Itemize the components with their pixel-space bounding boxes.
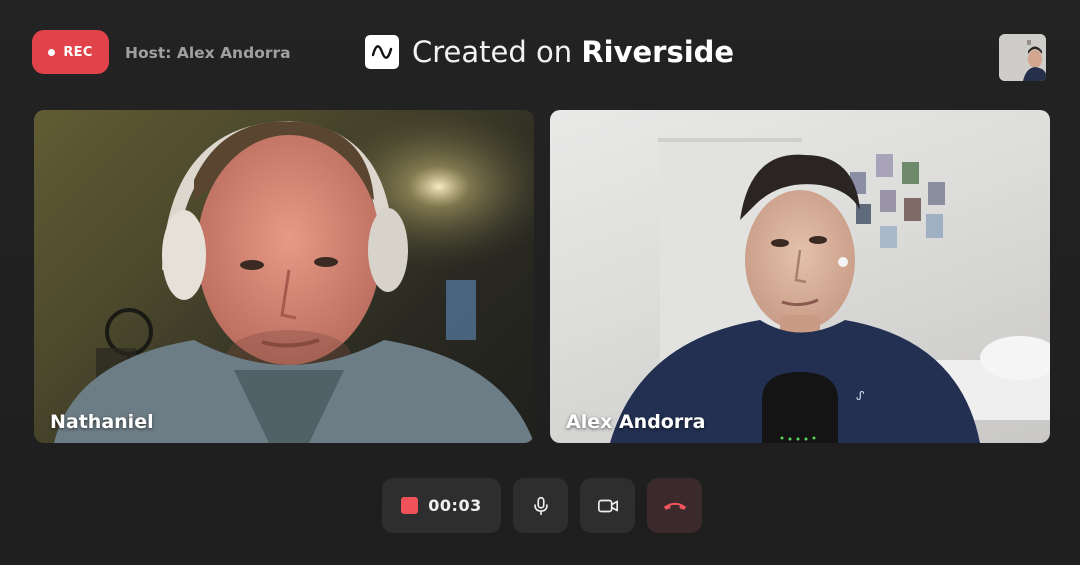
host-label: Host: Alex Andorra xyxy=(125,44,291,62)
self-preview-thumbnail[interactable] xyxy=(999,34,1046,81)
brand-prefix: Created on xyxy=(412,35,573,69)
participant-video-alex-andorra: ᔑ xyxy=(610,138,1050,443)
rec-indicator[interactable]: REC xyxy=(32,30,109,74)
stop-recording-button[interactable]: 00:03 xyxy=(382,478,501,533)
call-controls: 00:03 xyxy=(382,478,702,533)
mute-microphone-button[interactable] xyxy=(513,478,568,533)
recording-studio: REC Host: Alex Andorra Created on Rivers… xyxy=(0,0,1080,565)
hang-up-phone-icon xyxy=(663,502,686,510)
brand-name: Riverside xyxy=(581,35,735,69)
participant-video-nathaniel xyxy=(34,110,534,443)
toggle-camera-button[interactable] xyxy=(580,478,635,533)
brand-text: Created on Riverside xyxy=(412,35,734,69)
end-call-button[interactable] xyxy=(647,478,702,533)
participant-name-label: Alex Andorra xyxy=(566,411,706,433)
microphone-icon xyxy=(533,496,548,515)
video-tile-alex-andorra[interactable]: ᔑ Alex Andorra xyxy=(550,110,1050,443)
recording-timer: 00:03 xyxy=(428,496,482,515)
brand-banner: Created on Riverside xyxy=(365,33,734,71)
riverside-logo-icon xyxy=(365,35,399,69)
participant-name-label: Nathaniel xyxy=(50,411,154,433)
record-dot-icon xyxy=(48,48,56,56)
svg-text:ᔑ: ᔑ xyxy=(856,389,865,403)
rec-label: REC xyxy=(63,44,93,60)
video-tile-nathaniel[interactable]: Nathaniel xyxy=(34,110,534,443)
video-camera-icon xyxy=(597,499,618,512)
stop-square-icon xyxy=(401,497,419,514)
